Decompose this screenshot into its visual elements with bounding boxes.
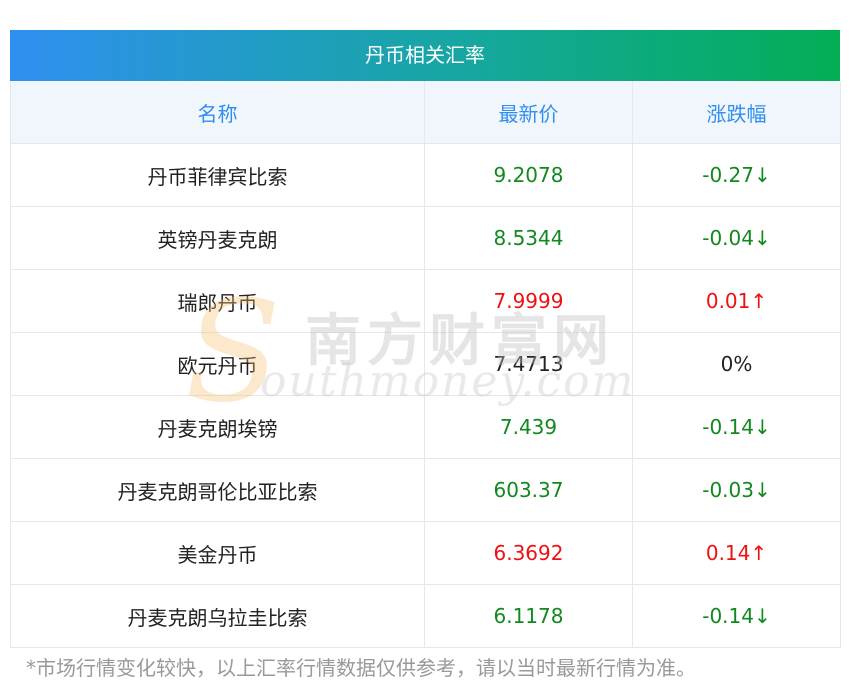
pair-name-cell[interactable]: 瑞郎丹币 <box>10 269 425 333</box>
price-cell: 603.37 <box>424 458 633 522</box>
table-row: 丹麦克朗埃镑 7.439 -0.14↓ <box>10 395 841 459</box>
price-cell: 7.439 <box>424 395 633 459</box>
price-cell: 7.4713 <box>424 332 633 396</box>
change-cell: 0% <box>632 332 841 396</box>
table-row: 瑞郎丹币 7.9999 0.01↑ <box>10 269 841 333</box>
pair-name-cell[interactable]: 丹币菲律宾比索 <box>10 143 425 207</box>
pair-name-cell[interactable]: 美金丹币 <box>10 521 425 585</box>
table-row: 美金丹币 6.3692 0.14↑ <box>10 521 841 585</box>
pair-name-cell[interactable]: 丹麦克朗哥伦比亚比索 <box>10 458 425 522</box>
price-cell: 8.5344 <box>424 206 633 270</box>
pair-name-cell[interactable]: 英镑丹麦克朗 <box>10 206 425 270</box>
header-row: 名称 最新价 涨跌幅 <box>10 81 841 144</box>
table-row: 丹麦克朗乌拉圭比索 6.1178 -0.14↓ <box>10 584 841 648</box>
change-cell: -0.27↓ <box>632 143 841 207</box>
pair-name-cell[interactable]: 丹麦克朗埃镑 <box>10 395 425 459</box>
change-cell: -0.14↓ <box>632 584 841 648</box>
price-cell: 6.1178 <box>424 584 633 648</box>
table-row: 欧元丹币 7.4713 0% <box>10 332 841 396</box>
table-row: 丹币菲律宾比索 9.2078 -0.27↓ <box>10 143 841 207</box>
change-cell: -0.14↓ <box>632 395 841 459</box>
rate-table-card: 丹币相关汇率 名称 最新价 涨跌幅 丹币菲律宾比索 9.2078 -0.27↓ … <box>10 30 841 648</box>
table-body: 丹币菲律宾比索 9.2078 -0.27↓ 英镑丹麦克朗 8.5344 -0.0… <box>10 143 841 648</box>
change-cell: -0.04↓ <box>632 206 841 270</box>
change-cell: 0.14↑ <box>632 521 841 585</box>
price-cell: 9.2078 <box>424 143 633 207</box>
table-row: 丹麦克朗哥伦比亚比索 603.37 -0.03↓ <box>10 458 841 522</box>
column-header-name: 名称 <box>10 81 425 144</box>
change-cell: 0.01↑ <box>632 269 841 333</box>
pair-name-cell[interactable]: 丹麦克朗乌拉圭比索 <box>10 584 425 648</box>
price-cell: 6.3692 <box>424 521 633 585</box>
price-cell: 7.9999 <box>424 269 633 333</box>
change-cell: -0.03↓ <box>632 458 841 522</box>
disclaimer-note: *市场行情变化较快，以上汇率行情数据仅供参考，请以当时最新行情为准。 <box>26 656 696 680</box>
column-header-change: 涨跌幅 <box>632 81 841 144</box>
table-title: 丹币相关汇率 <box>10 30 840 81</box>
rate-table: 名称 最新价 涨跌幅 丹币菲律宾比索 9.2078 -0.27↓ 英镑丹麦克朗 … <box>10 81 841 648</box>
column-header-price: 最新价 <box>424 81 633 144</box>
table-row: 英镑丹麦克朗 8.5344 -0.04↓ <box>10 206 841 270</box>
pair-name-cell[interactable]: 欧元丹币 <box>10 332 425 396</box>
